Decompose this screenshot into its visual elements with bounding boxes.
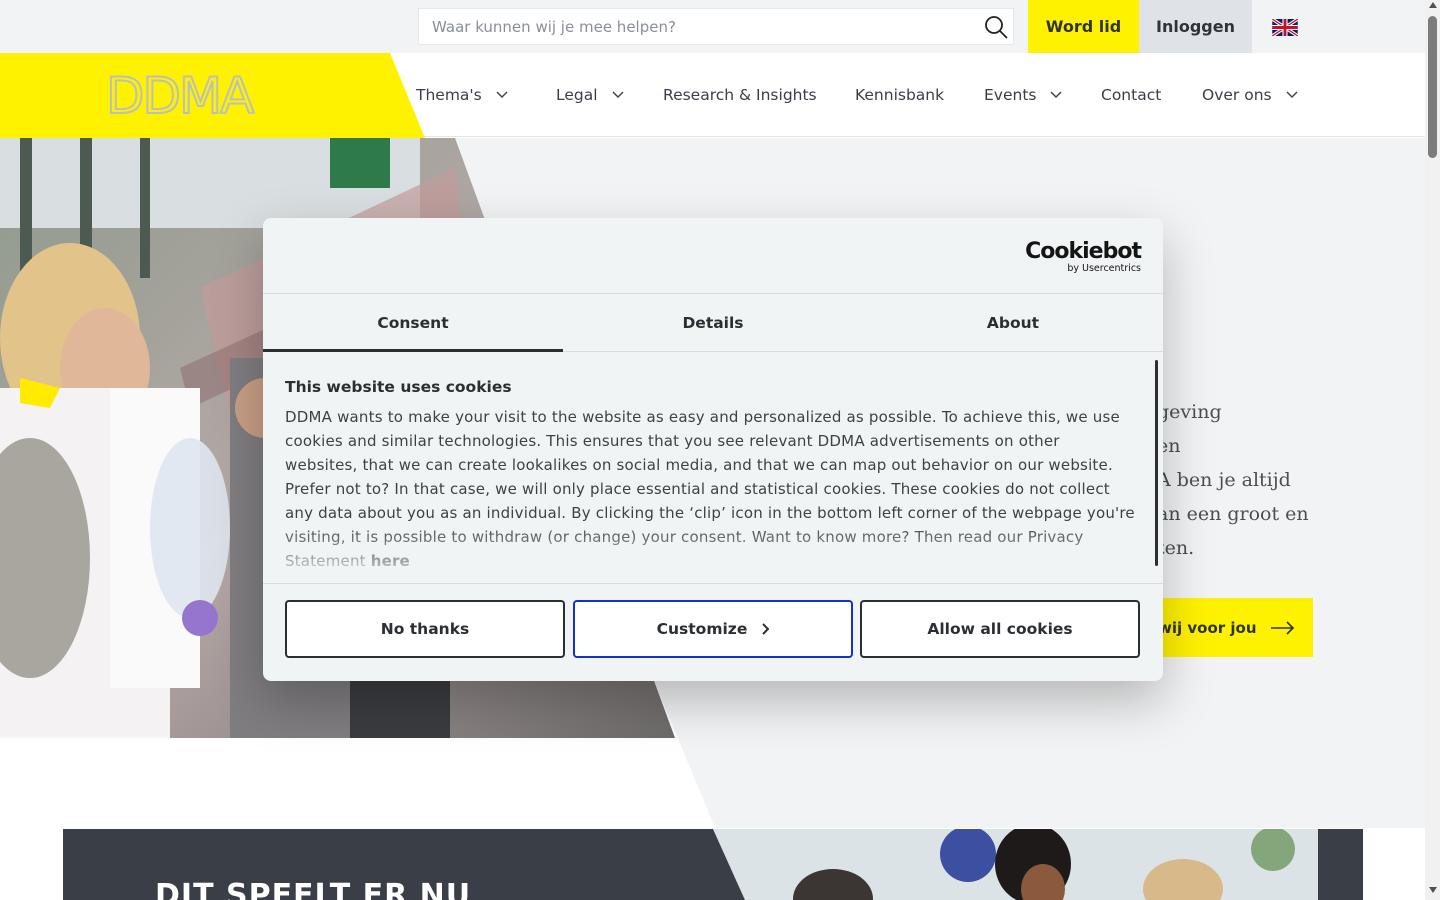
cookiebot-brand-sub: by Usercentrics [1067, 263, 1141, 274]
hero-text-line: en [1157, 435, 1181, 457]
chevron-down-icon [1050, 91, 1062, 98]
scroll-up-icon[interactable] [1429, 2, 1437, 8]
join-button[interactable]: Word lid [1028, 0, 1139, 53]
chevron-down-icon [612, 91, 624, 98]
arrow-right-icon [1270, 620, 1294, 635]
no-thanks-button[interactable]: No thanks [285, 600, 565, 658]
customize-button[interactable]: Customize [573, 600, 853, 658]
dialog-footer: No thanks Customize Allow all cookies [263, 583, 1163, 680]
tab-details[interactable]: Details [563, 294, 863, 351]
text-fade-overlay [263, 523, 1163, 583]
chevron-down-icon [496, 91, 508, 98]
dialog-heading: This website uses cookies [285, 378, 512, 396]
nav-item-label: Kennisbank [855, 86, 945, 104]
hero-text-line: an een groot en [1157, 503, 1309, 525]
top-utility-bar: Word lid Inloggen [0, 0, 1425, 53]
news-section-title: DIT SPEELT ER NU [155, 878, 472, 900]
nav-item-label: Events [984, 86, 1037, 104]
nav-item-label: Thema's [416, 86, 482, 104]
hero-cta-button[interactable]: wij voor jou [1150, 598, 1313, 657]
search-input[interactable] [419, 9, 959, 44]
cookie-consent-dialog: Cookiebot by Usercentrics Consent Detail… [263, 218, 1163, 681]
hero-text: geving en A ben je altijd an een groot e… [1157, 395, 1427, 565]
tab-about[interactable]: About [863, 294, 1163, 351]
allow-all-cookies-button[interactable]: Allow all cookies [860, 600, 1140, 658]
nav-item-research[interactable]: Research & Insights [663, 53, 817, 137]
cookiebot-logo: Cookiebot by Usercentrics [1025, 239, 1142, 274]
customize-label: Customize [656, 620, 748, 638]
nav-item-label: Legal [556, 86, 598, 104]
nav-item-over-ons[interactable]: Over ons [1202, 53, 1298, 137]
nav-item-legal[interactable]: Legal [556, 53, 624, 137]
nav-item-kennisbank[interactable]: Kennisbank [855, 53, 944, 137]
hero-cta-label: wij voor jou [1158, 618, 1257, 637]
nav-item-label: Research & Insights [663, 86, 817, 104]
tab-consent[interactable]: Consent [263, 294, 563, 352]
uk-flag-icon[interactable] [1272, 19, 1298, 36]
ddma-logo[interactable]: DDMA [105, 67, 255, 125]
chevron-down-icon [1286, 91, 1298, 98]
search-icon[interactable] [983, 14, 1009, 40]
hero-text-line: A ben je altijd [1157, 469, 1291, 491]
nav-item-events[interactable]: Events [984, 53, 1062, 137]
login-button[interactable]: Inloggen [1139, 0, 1252, 53]
dialog-body[interactable]: This website uses cookies DDMA wants to … [263, 352, 1163, 583]
nav-item-label: Contact [1101, 86, 1162, 104]
news-photo [713, 829, 1318, 900]
nav-item-contact[interactable]: Contact [1101, 53, 1161, 137]
dialog-tabs: Consent Details About [263, 294, 1163, 352]
nav-item-themas[interactable]: Thema's [416, 53, 508, 137]
scroll-down-icon[interactable] [1429, 887, 1437, 893]
chevron-right-icon [762, 623, 770, 635]
hero-text-line: geving [1157, 401, 1222, 423]
dialog-scrollbar[interactable] [1155, 360, 1158, 566]
dialog-header: Cookiebot by Usercentrics [263, 218, 1163, 294]
hero-text-line: ten. [1157, 537, 1195, 559]
search-box [418, 8, 1014, 45]
nav-item-label: Over ons [1202, 86, 1272, 104]
scrollbar-thumb[interactable] [1428, 16, 1437, 158]
cookiebot-brand: Cookiebot [1025, 239, 1142, 264]
